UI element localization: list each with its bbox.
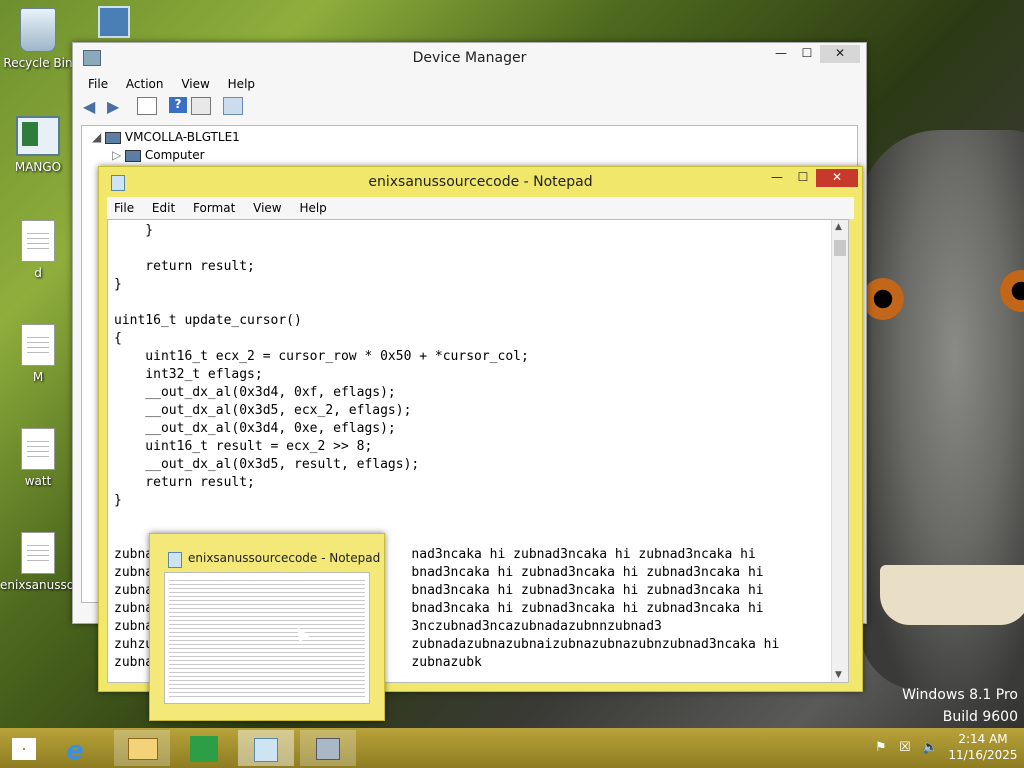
scroll-up-icon[interactable]: ▲ — [835, 222, 842, 232]
help-icon[interactable]: ? — [169, 97, 187, 113]
minimize-button[interactable]: — — [764, 169, 790, 187]
device-manager-icon — [83, 50, 101, 66]
store-icon — [190, 736, 218, 762]
computer-icon — [105, 131, 122, 144]
menu-edit[interactable]: Edit — [145, 197, 182, 219]
thumbnail-lines — [169, 577, 365, 699]
notepad-icon — [111, 175, 125, 191]
notepad-titlebar[interactable]: enixsanussourcecode - Notepad — ☐ ✕ — [99, 167, 862, 197]
clock-date: 11/16/2025 — [948, 748, 1018, 762]
device-manager-menubar: File Action View Help — [81, 73, 858, 95]
desktop-icon-label: MANGO — [14, 160, 62, 174]
scan-hardware-icon[interactable] — [223, 97, 243, 115]
windows-logo-icon — [12, 738, 36, 760]
menu-view[interactable]: View — [246, 197, 288, 219]
system-clock[interactable]: 2:14 AM 11/16/2025 — [948, 731, 1018, 763]
volume-muted-icon[interactable]: 🔈 — [922, 740, 938, 755]
collapse-arrow-icon[interactable]: ◢ — [92, 130, 101, 144]
device-manager-titlebar[interactable]: Device Manager — ☐ ✕ — [73, 43, 866, 73]
desktop-icon-label: M — [32, 370, 44, 384]
desktop-icon-recycle-bin[interactable]: Recycle Bin — [0, 8, 76, 70]
thumbnail-title: enixsanussourcecode - Notepad — [188, 551, 381, 565]
text-file-icon — [21, 428, 55, 470]
notepad-menubar: File Edit Format View Help — [107, 197, 854, 219]
taskbar-notepad[interactable] — [238, 730, 294, 766]
vertical-scrollbar[interactable]: ▲ ▼ — [831, 220, 848, 682]
start-button[interactable] — [0, 730, 48, 766]
windows-watermark: Windows 8.1 Pro Build 9600 — [902, 684, 1018, 728]
scrollbar-thumb[interactable] — [834, 240, 846, 256]
thumbnail-image — [164, 572, 370, 704]
maximize-button[interactable]: ☐ — [790, 169, 816, 187]
taskbar-store[interactable] — [176, 730, 232, 766]
tree-root[interactable]: ◢ VMCOLLA-BLGTLE1 — [92, 130, 240, 144]
close-button[interactable]: ✕ — [816, 169, 858, 187]
taskbar-explorer[interactable] — [114, 730, 170, 766]
expand-arrow-icon[interactable]: ▷ — [112, 148, 121, 162]
text-file-icon — [21, 324, 55, 366]
desktop-icon-enixsanusso[interactable]: enixsanusso... — [0, 532, 85, 592]
text-file-icon — [21, 220, 55, 262]
device-manager-title: Device Manager — [412, 50, 527, 66]
watermark-edition: Windows 8.1 Pro — [902, 687, 1018, 703]
network-icon[interactable]: ☒ — [899, 740, 911, 755]
device-manager-icon — [316, 738, 340, 760]
mango-app-icon — [16, 116, 60, 156]
menu-view[interactable]: View — [174, 73, 216, 95]
tree-item-label: Computer — [144, 148, 205, 162]
folder-icon — [128, 738, 158, 760]
desktop-icon-watt[interactable]: watt — [0, 428, 76, 488]
tree-root-label: VMCOLLA-BLGTLE1 — [124, 130, 240, 144]
notepad-title: enixsanussourcecode - Notepad — [368, 174, 593, 190]
menu-help[interactable]: Help — [221, 73, 262, 95]
desktop-icon-label: Recycle Bin — [3, 56, 73, 70]
flag-icon[interactable]: ⚑ — [875, 740, 887, 755]
taskbar-device-manager[interactable] — [300, 730, 356, 766]
back-arrow-icon[interactable]: ◀ — [83, 97, 101, 116]
minimize-button[interactable]: — — [768, 45, 794, 63]
desktop-icon-m[interactable]: M — [0, 324, 76, 384]
tree-item-computer[interactable]: ▷ Computer — [112, 148, 205, 162]
maximize-button[interactable]: ☐ — [794, 45, 820, 63]
menu-file[interactable]: File — [107, 197, 141, 219]
desktop-icon-d[interactable]: d — [0, 220, 76, 280]
menu-file[interactable]: File — [81, 73, 115, 95]
taskbar-ie[interactable]: e — [52, 730, 108, 766]
forward-arrow-icon[interactable]: ▶ — [107, 97, 125, 116]
internet-explorer-icon: e — [66, 736, 84, 766]
scroll-down-icon[interactable]: ▼ — [835, 670, 842, 680]
notepad-icon — [168, 552, 182, 568]
notepad-icon — [254, 738, 278, 762]
menu-action[interactable]: Action — [119, 73, 171, 95]
taskbar-thumbnail-preview[interactable]: enixsanussourcecode - Notepad — [149, 533, 385, 721]
computer-icon — [125, 149, 142, 162]
menu-format[interactable]: Format — [186, 197, 242, 219]
properties-icon[interactable] — [137, 97, 157, 115]
desktop-icon-network[interactable] — [94, 6, 134, 42]
close-button[interactable]: ✕ — [820, 45, 860, 63]
computer-icon — [98, 6, 130, 38]
wallpaper-eye-left — [862, 278, 904, 320]
view-icon[interactable] — [191, 97, 211, 115]
desktop-icon-label: watt — [24, 474, 52, 488]
wallpaper-teeth — [880, 565, 1024, 625]
desktop-icon-mango[interactable]: MANGO — [0, 116, 76, 174]
text-file-icon — [21, 532, 55, 574]
clock-time: 2:14 AM — [958, 732, 1008, 746]
desktop-icon-label: d — [34, 266, 42, 280]
recycle-bin-icon — [20, 8, 56, 52]
menu-help[interactable]: Help — [292, 197, 333, 219]
watermark-build: Build 9600 — [942, 709, 1018, 725]
taskbar: e ⚑ ☒ 🔈 2:14 AM 11/16/2025 — [0, 728, 1024, 768]
